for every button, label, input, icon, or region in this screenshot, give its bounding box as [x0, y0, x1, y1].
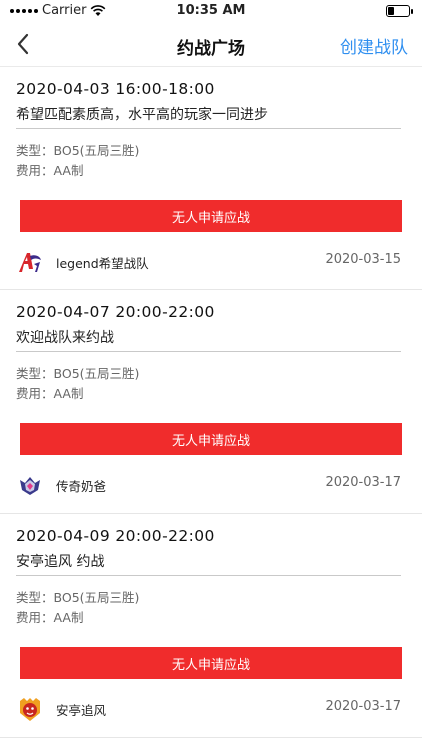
- match-fee: 费用：AA制: [16, 610, 84, 625]
- divider: [16, 128, 401, 129]
- team-row: legend希望战队 2020-03-15: [0, 244, 422, 278]
- divider: [16, 575, 401, 576]
- apply-challenge-button[interactable]: 无人申请应战: [20, 200, 402, 232]
- navigation-bar: 约战广场 创建战队: [0, 22, 422, 66]
- tiger-team-logo-icon[interactable]: [16, 695, 44, 723]
- apply-challenge-button[interactable]: 无人申请应战: [20, 423, 402, 455]
- status-bar: Carrier 10:35 AM: [0, 0, 422, 22]
- match-fee: 费用：AA制: [16, 163, 84, 178]
- match-list: 2020-04-03 16:00-18:00 希望匹配素质高，水平高的玩家一同进…: [0, 66, 422, 738]
- create-team-button[interactable]: 创建战队: [340, 33, 408, 58]
- match-type: 类型：BO5(五局三胜): [16, 590, 140, 605]
- match-description: 安亭追风 约战: [16, 554, 105, 570]
- post-date: 2020-03-17: [325, 699, 401, 714]
- team-name[interactable]: 传奇奶爸: [56, 476, 106, 495]
- shield-team-logo-icon[interactable]: [16, 471, 44, 499]
- match-card: 2020-04-09 20:00-22:00 安亭追风 约战 类型：BO5(五局…: [0, 514, 422, 738]
- match-fee: 费用：AA制: [16, 386, 84, 401]
- match-type: 类型：BO5(五局三胜): [16, 143, 140, 158]
- team-name[interactable]: legend希望战队: [56, 253, 149, 272]
- apply-challenge-button[interactable]: 无人申请应战: [20, 647, 402, 679]
- match-card: 2020-04-03 16:00-18:00 希望匹配素质高，水平高的玩家一同进…: [0, 66, 422, 290]
- match-description: 欢迎战队来约战: [16, 330, 114, 346]
- match-type: 类型：BO5(五局三胜): [16, 366, 140, 381]
- team-name[interactable]: 安亭追风: [56, 700, 106, 719]
- team-row: 传奇奶爸 2020-03-17: [0, 467, 422, 501]
- team-row: 安亭追风 2020-03-17: [0, 691, 422, 725]
- battery-icon: [386, 5, 413, 17]
- legend-team-logo-icon[interactable]: [16, 248, 44, 276]
- match-time: 2020-04-09 20:00-22:00: [16, 527, 215, 545]
- status-time: 10:35 AM: [176, 3, 246, 18]
- match-time: 2020-04-03 16:00-18:00: [16, 80, 215, 98]
- divider: [16, 351, 401, 352]
- match-time: 2020-04-07 20:00-22:00: [16, 303, 215, 321]
- post-date: 2020-03-15: [325, 252, 401, 267]
- match-description: 希望匹配素质高，水平高的玩家一同进步: [16, 107, 268, 123]
- post-date: 2020-03-17: [325, 475, 401, 490]
- match-card: 2020-04-07 20:00-22:00 欢迎战队来约战 类型：BO5(五局…: [0, 290, 422, 514]
